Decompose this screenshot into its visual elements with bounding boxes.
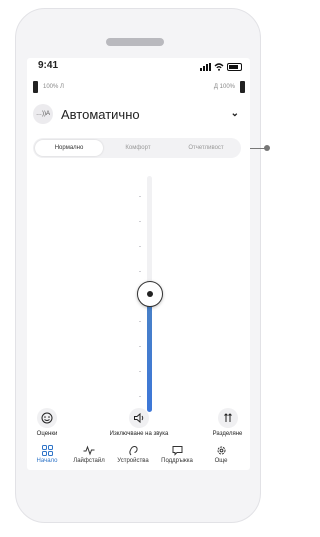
- split-label: Разделяне: [212, 431, 243, 437]
- left-battery-icon: [33, 81, 38, 93]
- right-battery-icon: [240, 81, 245, 93]
- track-tick: [139, 346, 141, 347]
- activity-icon: [83, 445, 95, 456]
- nav-support[interactable]: Поддръжка: [157, 445, 197, 464]
- status-time: 9:41: [38, 60, 59, 71]
- chevron-down-icon[interactable]: ⌄: [231, 108, 239, 119]
- home-grid-icon: [41, 445, 53, 456]
- track-tick: [139, 221, 141, 222]
- mode-normal[interactable]: Нормално: [35, 140, 103, 156]
- volume-slider-handle[interactable]: [137, 281, 163, 307]
- mode-clarity[interactable]: Отчетливост: [173, 140, 239, 156]
- chat-bubble-icon: [172, 446, 182, 456]
- program-name: Автоматично: [61, 107, 140, 122]
- right-device: Д 100%: [214, 81, 245, 93]
- battery-icon: [227, 63, 242, 71]
- phone-speaker: [106, 38, 164, 46]
- nav-home-label: Начало: [36, 458, 58, 464]
- annotation-pointer-dot: [264, 145, 270, 151]
- nav-lifestyle[interactable]: Лайфстайл: [69, 445, 109, 464]
- track-tick: [139, 246, 141, 247]
- track-tick: [139, 321, 141, 322]
- program-selector[interactable]: …))A Автоматично ⌄: [33, 102, 245, 128]
- mute-label: Изключване на звука: [109, 431, 169, 437]
- bottom-navigation: Начало Лайфстайл Устройства Поддръжка Ощ…: [27, 445, 250, 470]
- app-screen: 9:41 100% Л Д 100% …))A Автоматично ⌄ Но…: [27, 58, 250, 470]
- status-bar: 9:41: [27, 58, 250, 78]
- wifi-icon: [214, 63, 224, 71]
- nav-more-label: Още: [214, 458, 228, 464]
- left-battery-label: 100% Л: [43, 84, 64, 90]
- nav-lifestyle-label: Лайфстайл: [73, 458, 105, 464]
- left-device: 100% Л: [33, 81, 64, 93]
- mute-action[interactable]: Изключване на звука: [83, 408, 195, 437]
- nav-more[interactable]: Още: [201, 445, 241, 464]
- mode-segmented-control: Нормално Комфорт Отчетливост: [33, 138, 241, 158]
- volume-fill: [147, 294, 152, 412]
- signal-icon: [200, 63, 211, 71]
- split-action[interactable]: Разделяне: [205, 408, 250, 437]
- gear-icon: [217, 446, 225, 455]
- nav-home[interactable]: Начало: [27, 445, 67, 464]
- track-tick: [139, 396, 141, 397]
- right-battery-label: Д 100%: [213, 84, 235, 90]
- ratings-action[interactable]: Оценки: [27, 408, 67, 437]
- split-arrows-icon: [217, 408, 238, 428]
- program-avatar-icon: …))A: [33, 104, 53, 124]
- status-icons: [200, 62, 242, 72]
- mode-comfort[interactable]: Комфорт: [105, 140, 171, 156]
- hearing-aid-status: 100% Л Д 100%: [33, 80, 245, 94]
- track-tick: [139, 371, 141, 372]
- hearing-aid-icon: [128, 445, 138, 456]
- track-tick: [139, 271, 141, 272]
- nav-support-label: Поддръжка: [161, 458, 193, 464]
- nav-devices[interactable]: Устройства: [113, 445, 153, 464]
- ratings-label: Оценки: [36, 431, 58, 437]
- track-tick: [139, 196, 141, 197]
- smiley-icon: [37, 408, 57, 428]
- nav-devices-label: Устройства: [117, 458, 149, 464]
- speaker-icon: [129, 408, 149, 428]
